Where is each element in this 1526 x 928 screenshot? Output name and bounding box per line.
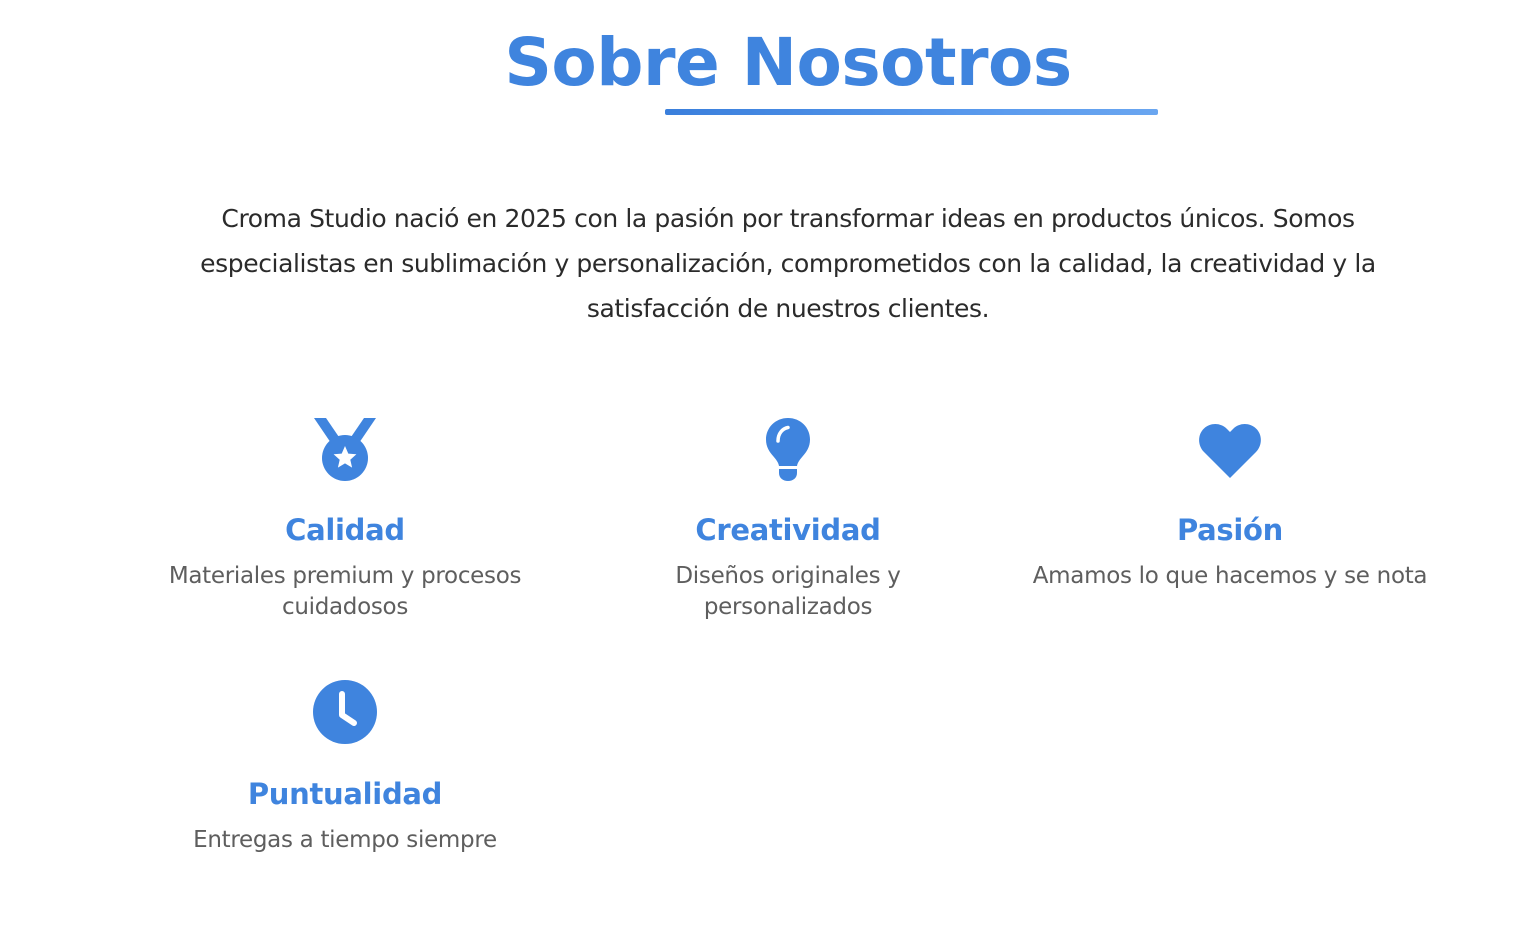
clock-icon	[313, 680, 377, 744]
feature-title: Pasión	[1176, 513, 1283, 547]
feature-description: Materiales premium y procesos cuidadosos	[168, 563, 522, 620]
heart-icon	[1199, 424, 1261, 478]
title-underline	[665, 109, 1158, 115]
feature-card-creatividad: Creatividad Diseños originales y persona…	[638, 414, 938, 623]
section-title: Sobre Nosotros	[504, 24, 1072, 101]
medal-icon	[314, 418, 376, 481]
intro-paragraph: Croma Studio nació en 2025 con la pasión…	[200, 204, 1376, 323]
about-section: Sobre Nosotros Croma Studio nació en 202…	[0, 0, 1526, 928]
feature-card-pasion: Pasión Amamos lo que hacemos y se nota	[1010, 414, 1450, 592]
feature-title: Creatividad	[695, 513, 881, 547]
feature-description: Entregas a tiempo siempre	[193, 827, 497, 853]
feature-description: Diseños originales y personalizados	[675, 563, 901, 620]
lightbulb-icon	[766, 418, 810, 481]
feature-title: Puntualidad	[247, 777, 443, 811]
feature-card-calidad: Calidad Materiales premium y procesos cu…	[150, 414, 540, 623]
feature-title: Calidad	[285, 513, 405, 547]
feature-description: Amamos lo que hacemos y se nota	[1032, 563, 1428, 589]
feature-card-puntualidad: Puntualidad Entregas a tiempo siempre	[150, 678, 540, 856]
